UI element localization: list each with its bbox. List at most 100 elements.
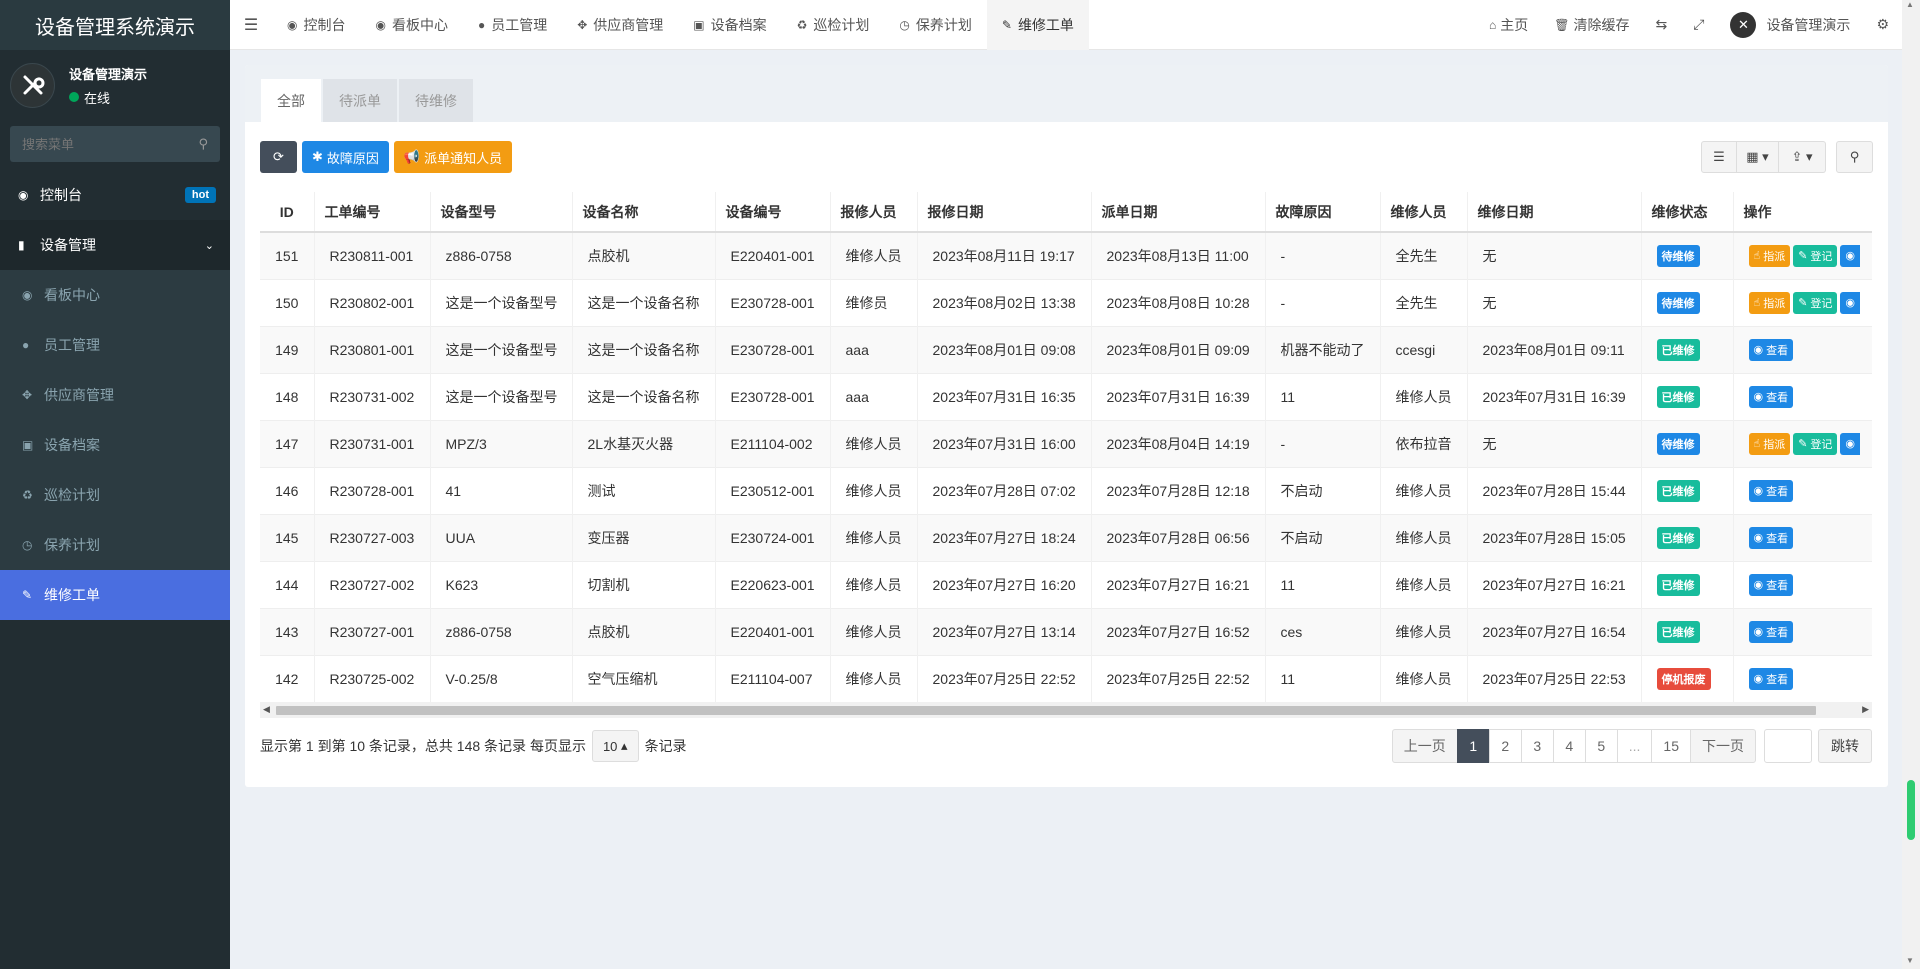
settings-gears-icon[interactable]: ⚙ — [1863, 16, 1902, 33]
search-button[interactable]: ⚲ — [1836, 141, 1873, 173]
page-scrollbar[interactable]: ▲ ▼ — [1902, 0, 1920, 969]
tab-pending-dispatch[interactable]: 待派单 — [323, 79, 397, 122]
scroll-down-icon[interactable]: ▼ — [1906, 956, 1914, 965]
tab-archive[interactable]: ▣ 设备档案 — [678, 0, 781, 50]
view-button[interactable]: ◉ 查看 — [1748, 573, 1794, 596]
tab-repair-order[interactable]: ✎ 维修工单 — [986, 0, 1089, 50]
col-header[interactable]: 维修日期 — [1467, 192, 1642, 233]
export-button[interactable]: ⇪ ▾ — [1779, 141, 1826, 173]
page-button[interactable]: 15 — [1651, 729, 1691, 763]
tab-staff[interactable]: ● 员工管理 — [463, 0, 562, 50]
assign-button[interactable]: ☝ 指派 — [1748, 244, 1791, 267]
fullscreen-icon[interactable]: ⤢ — [1680, 16, 1717, 33]
page-button[interactable]: 5 — [1584, 729, 1618, 763]
tab-board[interactable]: ◉ 看板中心 — [360, 0, 462, 50]
view-button[interactable]: ◉ 查看 — [1748, 667, 1794, 690]
table-row[interactable]: 151 R230811-001 z886-0758 点胶机 E220401-001 维修人… — [260, 231, 1872, 279]
register-button[interactable]: ✎ 登记 — [1793, 432, 1838, 455]
scrollbar-thumb[interactable] — [1907, 780, 1915, 840]
home-link[interactable]: ⌂ 主页 — [1476, 15, 1541, 35]
columns-button[interactable]: ▦ ▾ — [1737, 141, 1779, 173]
col-header[interactable]: 派单日期 — [1091, 192, 1266, 233]
chevron-down-icon: ⌄ — [204, 239, 214, 252]
menu-search-input[interactable] — [22, 136, 192, 152]
view-button[interactable]: ◉ — [1840, 432, 1861, 455]
register-button[interactable]: ✎ 登记 — [1793, 244, 1838, 267]
table-row[interactable]: 148 R230731-002 这是一个设备型号 这是一个设备名称 E230728-00… — [260, 372, 1872, 420]
menu-toggle-icon[interactable]: ☰ — [230, 15, 272, 35]
col-header[interactable]: 维修状态 — [1641, 192, 1734, 233]
col-header[interactable]: ID — [260, 192, 315, 233]
col-header[interactable]: 工单编号 — [314, 192, 431, 233]
page-size-select[interactable]: 10 ▴ — [591, 730, 639, 762]
prev-page-button[interactable]: 上一页 — [1391, 729, 1458, 763]
col-header[interactable]: 报修日期 — [917, 192, 1092, 233]
page-button[interactable]: 3 — [1520, 729, 1554, 763]
col-header[interactable]: 设备名称 — [572, 192, 716, 233]
table-row[interactable]: 145 R230727-003 UUA 变压器 E230724-001 维修人员 2023年… — [260, 513, 1872, 561]
assign-button[interactable]: ☝ 指派 — [1748, 432, 1791, 455]
sidebar-item-staff[interactable]: ● 员工管理 — [0, 320, 230, 370]
view-button[interactable]: ◉ — [1840, 291, 1861, 314]
col-header[interactable]: 故障原因 — [1265, 192, 1381, 233]
col-header[interactable]: 报修人员 — [830, 192, 918, 233]
sidebar-item-repair-order[interactable]: ✎ 维修工单 — [0, 570, 230, 620]
col-header[interactable]: 设备编号 — [715, 192, 831, 233]
tab-pending-repair[interactable]: 待维修 — [399, 79, 473, 122]
table-row[interactable]: 144 R230727-002 K623 切割机 E220623-001 维修人员 2023… — [260, 560, 1872, 608]
user-menu[interactable]: ✕ 设备管理演示 — [1717, 11, 1863, 38]
cell-code: E230728-001 — [715, 372, 831, 420]
view-button[interactable]: ◉ 查看 — [1748, 338, 1794, 361]
refresh-button[interactable]: ⟳ — [260, 141, 297, 173]
view-button[interactable]: ◉ 查看 — [1748, 479, 1794, 502]
tab-supplier[interactable]: ✥ 供应商管理 — [562, 0, 678, 50]
sidebar-group-equipment[interactable]: ▮ 设备管理 ⌄ — [0, 220, 230, 270]
table-row[interactable]: 147 R230731-001 MPZ/3 2L水基灭火器 E211104-002 维修人… — [260, 419, 1872, 467]
tab-inspection[interactable]: ♻ 巡检计划 — [782, 0, 885, 50]
jump-page-input[interactable] — [1764, 729, 1812, 763]
sidebar-item-dashboard[interactable]: ◉ 控制台 hot — [0, 170, 230, 220]
search-icon[interactable]: ⚲ — [198, 136, 208, 152]
toggle-view-button[interactable]: ☰ — [1701, 141, 1737, 173]
sidebar-item-maintenance[interactable]: ◷ 保养计划 — [0, 520, 230, 570]
page-button[interactable]: 2 — [1488, 729, 1522, 763]
cell-ddate: 2023年07月27日 16:52 — [1091, 607, 1266, 655]
sidebar-item-archive[interactable]: ▣ 设备档案 — [0, 420, 230, 470]
page-button[interactable]: 4 — [1552, 729, 1586, 763]
table-row[interactable]: 143 R230727-001 z886-0758 点胶机 E220401-001 维修人… — [260, 607, 1872, 655]
tab-all[interactable]: 全部 — [261, 79, 321, 122]
sidebar-item-board[interactable]: ◉ 看板中心 — [0, 270, 230, 320]
clear-cache-button[interactable]: 🗑 清除缓存 — [1541, 15, 1642, 35]
col-header[interactable]: 设备型号 — [430, 192, 573, 233]
jump-button[interactable]: 跳转 — [1818, 729, 1872, 763]
cell-status: 已维修 — [1641, 372, 1734, 420]
tab-dashboard[interactable]: ◉ 控制台 — [272, 0, 360, 50]
next-page-button[interactable]: 下一页 — [1690, 729, 1756, 763]
view-button[interactable]: ◉ — [1840, 244, 1861, 267]
table-row[interactable]: 146 R230728-001 41 测试 E230512-001 维修人员 2023年07… — [260, 466, 1872, 514]
cell-ddate: 2023年08月13日 11:00 — [1091, 231, 1266, 279]
view-button[interactable]: ◉ 查看 — [1748, 385, 1794, 408]
scroll-up-icon[interactable]: ▲ — [1906, 0, 1914, 9]
register-button[interactable]: ✎ 登记 — [1793, 291, 1838, 314]
sidebar-item-inspection[interactable]: ♻ 巡检计划 — [0, 470, 230, 520]
view-button[interactable]: ◉ 查看 — [1748, 526, 1794, 549]
translate-icon[interactable]: ⇆ — [1643, 16, 1681, 33]
sidebar-item-supplier[interactable]: ✥ 供应商管理 — [0, 370, 230, 420]
tab-maintenance[interactable]: ◷ 保养计划 — [884, 0, 986, 50]
fault-reason-button[interactable]: ✱ 故障原因 — [302, 141, 389, 173]
table-row[interactable]: 150 R230802-001 这是一个设备型号 这是一个设备名称 E230728-00… — [260, 278, 1872, 326]
notify-staff-button[interactable]: 📢 派单通知人员 — [393, 141, 513, 173]
table-row[interactable]: 142 R230725-002 V-0.25/8 空气压缩机 E211104-007 维修… — [260, 654, 1872, 702]
app-logo[interactable]: 设备管理系统演示 — [0, 0, 230, 50]
assign-button[interactable]: ☝ 指派 — [1748, 291, 1791, 314]
scroll-right-icon[interactable]: ▶ — [1862, 704, 1869, 715]
cell-reporter: aaa — [830, 372, 918, 420]
table-row[interactable]: 149 R230801-001 这是一个设备型号 这是一个设备名称 E230728-00… — [260, 325, 1872, 373]
scroll-left-icon[interactable]: ◀ — [263, 704, 270, 715]
col-header[interactable]: 维修人员 — [1380, 192, 1468, 233]
page-button[interactable]: 1 — [1456, 729, 1490, 763]
table-horizontal-scrollbar[interactable]: ◀ ▶ — [260, 702, 1872, 718]
view-button[interactable]: ◉ 查看 — [1748, 620, 1794, 643]
hscroll-thumb[interactable] — [276, 706, 1816, 715]
